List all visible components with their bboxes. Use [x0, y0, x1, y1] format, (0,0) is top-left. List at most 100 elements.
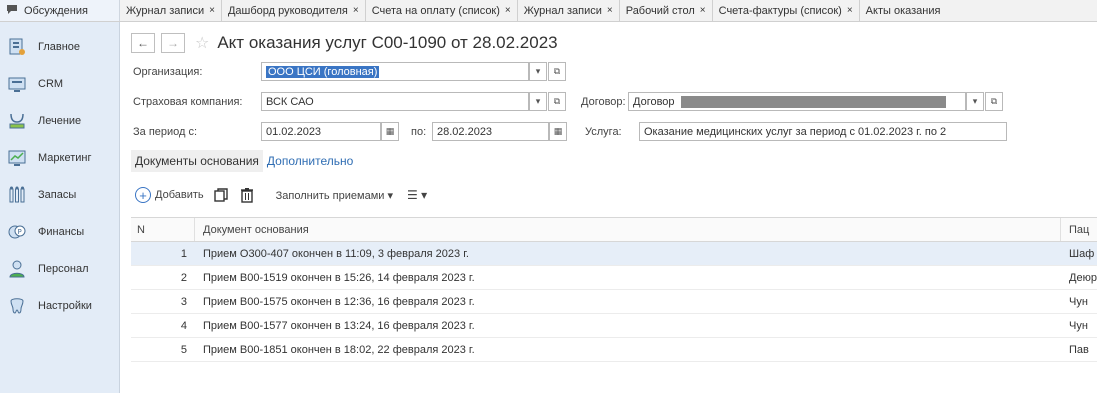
- redacted-block: [680, 95, 946, 108]
- tab-label: Дашборд руководителя: [227, 4, 348, 17]
- home-icon: [6, 36, 28, 58]
- tab-additional[interactable]: Дополнительно: [263, 150, 357, 172]
- period-from-field[interactable]: 01.02.2023: [261, 122, 381, 141]
- row-document: Прием В00-1519 окончен в 15:26, 14 февра…: [203, 271, 475, 284]
- tab-label: Счета на оплату (список): [371, 4, 500, 17]
- chat-icon: [6, 4, 18, 18]
- service-field[interactable]: Оказание медицинских услуг за период с 0…: [639, 122, 1007, 141]
- tab-label: Счета-фактуры (список): [718, 4, 842, 17]
- fill-by-appointments-button[interactable]: Заполнить приемами ▾: [276, 189, 393, 202]
- period-to-field[interactable]: 28.02.2023: [432, 122, 549, 141]
- star-icon[interactable]: ☆: [195, 33, 209, 53]
- row-number: 1: [180, 247, 187, 260]
- tab-label: Акты оказания: [865, 4, 941, 17]
- row-document: Прием В00-1575 окончен в 12:36, 16 февра…: [203, 295, 475, 308]
- tab-journal-2[interactable]: Журнал записи ×: [518, 0, 620, 21]
- close-icon[interactable]: ×: [700, 5, 706, 16]
- sidebar-item-label: Маркетинг: [38, 151, 92, 164]
- table-row[interactable]: 4 Прием В00-1577 окончен в 13:24, 16 фев…: [131, 314, 1097, 338]
- insurer-value: ВСК САО: [266, 95, 314, 108]
- table-row[interactable]: 1 Прием О300-407 окончен в 11:09, 3 февр…: [131, 242, 1097, 266]
- sidebar-item-label: Финансы: [38, 225, 85, 238]
- row-patient: Чун: [1069, 319, 1088, 332]
- discussions-button[interactable]: Обсуждения: [0, 0, 120, 21]
- period-to-label: по:: [411, 126, 427, 138]
- sidebar-item-settings[interactable]: Настройки: [0, 287, 119, 324]
- table-row[interactable]: 3 Прием В00-1575 окончен в 12:36, 16 фев…: [131, 290, 1097, 314]
- calendar-icon[interactable]: ▦: [549, 122, 567, 141]
- sidebar-item-main[interactable]: Главное: [0, 28, 119, 65]
- sidebar: Главное CRM Лечение Маркетинг Запасы P Ф…: [0, 22, 120, 393]
- top-tabs-bar: Обсуждения Журнал записи × Дашборд руково…: [0, 0, 1097, 22]
- tab-desktop[interactable]: Рабочий стол ×: [620, 0, 713, 21]
- close-icon[interactable]: ×: [353, 5, 359, 16]
- sidebar-item-inventory[interactable]: Запасы: [0, 176, 119, 213]
- org-label: Организация:: [133, 66, 203, 78]
- table-header: N Документ основания Пац: [131, 217, 1097, 242]
- open-link-icon[interactable]: ⧉: [548, 92, 566, 111]
- page-title: Акт оказания услуг С00-1090 от 28.02.202…: [217, 33, 558, 52]
- sidebar-item-treatment[interactable]: Лечение: [0, 102, 119, 139]
- sidebar-item-finance[interactable]: P Финансы: [0, 213, 119, 250]
- sidebar-item-label: Персонал: [38, 262, 89, 275]
- trash-icon[interactable]: [238, 186, 256, 204]
- row-number: 3: [180, 295, 187, 308]
- plus-icon: +: [135, 187, 151, 203]
- sidebar-item-marketing[interactable]: Маркетинг: [0, 139, 119, 176]
- row-number: 4: [180, 319, 187, 332]
- sidebar-item-label: Настройки: [38, 299, 92, 312]
- tab-invoice-factures[interactable]: Счета-фактуры (список) ×: [713, 0, 860, 21]
- subtabs: Документы основания Дополнительно: [131, 150, 357, 172]
- tab-base-documents[interactable]: Документы основания: [131, 150, 263, 172]
- sidebar-item-crm[interactable]: CRM: [0, 65, 119, 102]
- copy-icon[interactable]: [212, 186, 230, 204]
- contract-value: Договор: [633, 95, 675, 108]
- calendar-icon[interactable]: ▦: [381, 122, 399, 141]
- org-field[interactable]: ООО ЦСИ (головная): [261, 62, 529, 81]
- chevron-down-icon[interactable]: ▾: [966, 92, 984, 111]
- add-button[interactable]: + Добавить: [135, 187, 204, 203]
- staff-icon: [6, 258, 28, 280]
- tab-acts[interactable]: Акты оказания: [860, 0, 947, 21]
- chevron-down-icon[interactable]: ▾: [529, 62, 547, 81]
- back-button[interactable]: ←: [131, 33, 155, 53]
- period-to-value: 28.02.2023: [437, 125, 493, 138]
- inventory-icon: [6, 184, 28, 206]
- sidebar-item-label: CRM: [38, 77, 64, 90]
- title-row: ← → ☆ Акт оказания услуг С00-1090 от 28.…: [131, 32, 558, 54]
- tab-dashboard[interactable]: Дашборд руководителя ×: [222, 0, 366, 21]
- row-document: Прием О300-407 окончен в 11:09, 3 феврал…: [203, 247, 469, 260]
- insurer-label: Страховая компания:: [133, 96, 243, 108]
- more-menu-button[interactable]: ☰ ▾: [407, 188, 427, 202]
- open-link-icon[interactable]: ⧉: [548, 62, 566, 81]
- open-link-icon[interactable]: ⧉: [985, 92, 1003, 111]
- contract-field[interactable]: Договор: [628, 92, 966, 111]
- sidebar-item-label: Лечение: [38, 114, 82, 127]
- close-icon[interactable]: ×: [505, 5, 511, 16]
- tab-label: Журнал записи: [126, 4, 205, 17]
- contract-label: Договор:: [581, 96, 626, 108]
- row-document: Прием В00-1851 окончен в 18:02, 22 февра…: [203, 343, 475, 356]
- forward-button[interactable]: →: [161, 33, 185, 53]
- period-from-value: 01.02.2023: [266, 125, 322, 138]
- tab-invoices[interactable]: Счета на оплату (список) ×: [366, 0, 518, 21]
- sidebar-item-staff[interactable]: Персонал: [0, 250, 119, 287]
- treatment-icon: [6, 110, 28, 132]
- tab-label: Рабочий стол: [625, 4, 695, 17]
- chevron-down-icon[interactable]: ▾: [529, 92, 547, 111]
- table-row[interactable]: 5 Прием В00-1851 окончен в 18:02, 22 фев…: [131, 338, 1097, 362]
- column-header-n[interactable]: N: [131, 218, 195, 241]
- base-documents-table: N Документ основания Пац 1 Прием О300-40…: [131, 217, 1097, 362]
- row-number: 2: [180, 271, 187, 284]
- close-icon[interactable]: ×: [209, 5, 215, 16]
- close-icon[interactable]: ×: [607, 5, 613, 16]
- main-content: ← → ☆ Акт оказания услуг С00-1090 от 28.…: [121, 22, 1097, 393]
- column-header-patient[interactable]: Пац: [1061, 218, 1097, 241]
- close-icon[interactable]: ×: [847, 5, 853, 16]
- column-header-document[interactable]: Документ основания: [195, 218, 1061, 241]
- marketing-icon: [6, 147, 28, 169]
- table-row[interactable]: 2 Прием В00-1519 окончен в 15:26, 14 фев…: [131, 266, 1097, 290]
- insurer-field[interactable]: ВСК САО: [261, 92, 529, 111]
- tab-journal-1[interactable]: Журнал записи ×: [120, 0, 222, 21]
- discussions-label: Обсуждения: [24, 4, 88, 17]
